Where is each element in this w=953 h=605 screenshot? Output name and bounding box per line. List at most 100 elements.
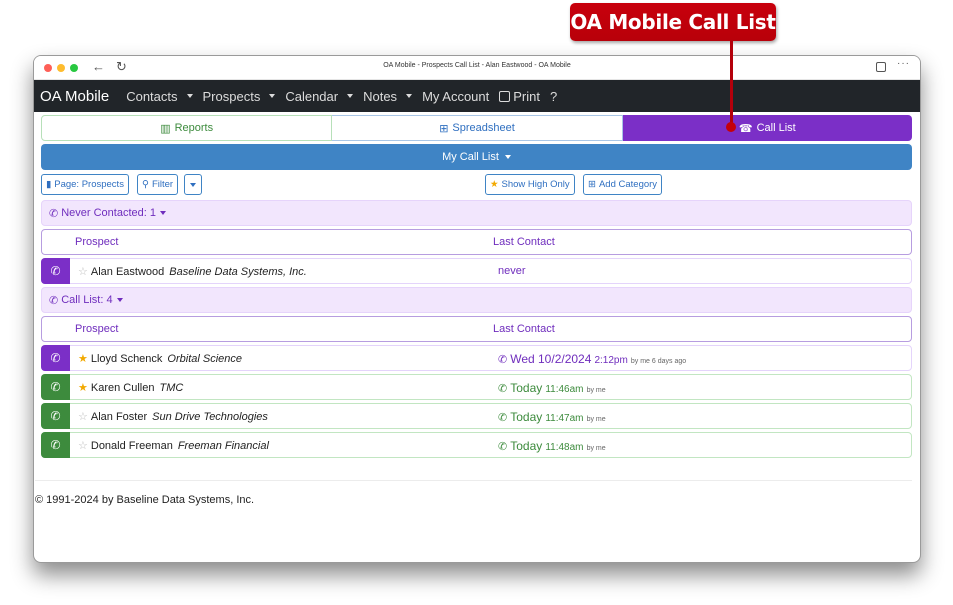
last-contact-by: by me — [586, 445, 606, 452]
phone-icon: ✆ — [50, 264, 61, 278]
table-row[interactable]: ✆ ☆ Alan Foster Sun Drive Technologies ✆ To… — [41, 403, 912, 429]
filter-dropdown-button[interactable] — [184, 174, 202, 195]
printer-icon — [499, 90, 511, 102]
page-prospects-button[interactable]: ▮ Page: Prospects — [41, 174, 129, 195]
call-list-selector[interactable]: My Call List — [41, 144, 912, 170]
phone-icon: ✆ — [49, 207, 59, 220]
call-button[interactable]: ✆ — [41, 374, 70, 400]
table-row[interactable]: ✆ ☆ Donald Freeman Freeman Financial ✆ Toda… — [41, 432, 912, 458]
nav-contacts-label: Contacts — [126, 88, 178, 104]
star-icon: ★ — [490, 179, 499, 190]
column-headers: Prospect Last Contact — [41, 229, 912, 255]
callout-pointer-dot — [726, 122, 736, 132]
group-header-call-list[interactable]: ✆ Call List: 4 — [41, 287, 912, 313]
call-button[interactable]: ✆ — [41, 345, 70, 371]
star-empty-icon[interactable]: ☆ — [78, 440, 88, 452]
call-list-selector-label: My Call List — [442, 151, 499, 163]
last-contact-time: 11:46am — [545, 384, 584, 395]
prospect-company: Orbital Science — [167, 353, 243, 365]
prospect-name[interactable]: Donald Freeman — [91, 440, 173, 452]
brand-logo[interactable]: OA Mobile — [40, 88, 109, 105]
group-header-label: Call List: 4 — [61, 294, 113, 306]
caret-down-icon — [186, 94, 193, 98]
star-filled-icon[interactable]: ★ — [78, 382, 88, 394]
prospect-name[interactable]: Alan Eastwood — [91, 266, 164, 278]
nav-print-label: Print — [513, 88, 540, 104]
last-contact-date: Today — [510, 381, 543, 395]
filter-button[interactable]: ⚲ Filter — [137, 174, 179, 195]
last-contact-date: Today — [510, 439, 543, 453]
last-contact-by: by me 6 days ago — [630, 358, 687, 365]
caret-down-icon — [116, 298, 123, 302]
add-category-label: Add Category — [598, 179, 658, 190]
prospect-company: Baseline Data Systems, Inc. — [169, 266, 307, 278]
last-contact-date: Wed 10/2/2024 — [510, 352, 592, 366]
prospect-name[interactable]: Karen Cullen — [91, 382, 155, 394]
nav-notes[interactable]: Notes — [363, 89, 413, 104]
browser-window: ← ↻ OA Mobile - Prospects Call List - Al… — [33, 55, 921, 563]
nav-prospects[interactable]: Prospects — [203, 89, 276, 104]
column-header-prospect[interactable]: Prospect — [75, 323, 118, 335]
prospect-name[interactable]: Lloyd Schenck — [91, 353, 163, 365]
caret-down-icon — [406, 94, 413, 98]
phone-icon: ✆ — [498, 354, 508, 366]
nav-print[interactable]: Print — [499, 89, 540, 104]
last-contact: ✆ Today 11:47am by me — [498, 410, 606, 424]
table-row[interactable]: ✆ ★ Karen Cullen TMC ✆ Today 11:46am by me — [41, 374, 912, 400]
telephone-icon: ☎ — [738, 122, 753, 135]
document-icon: ▮ — [46, 179, 52, 190]
prospect-company: Sun Drive Technologies — [152, 411, 268, 423]
nav-prospects-label: Prospects — [202, 88, 261, 104]
caret-down-icon — [190, 182, 196, 187]
last-contact: never — [498, 265, 526, 277]
footer-divider — [35, 480, 912, 481]
column-headers: Prospect Last Contact — [41, 316, 912, 342]
last-contact: ✆ Today 11:48am by me — [498, 439, 606, 453]
title-bar: ← ↻ OA Mobile - Prospects Call List - Al… — [34, 56, 920, 80]
bar-chart-icon: ▥ — [160, 122, 171, 135]
tab-call-list[interactable]: ☎ Call List — [622, 115, 912, 141]
column-header-last-contact[interactable]: Last Contact — [493, 323, 555, 335]
filter-label: Filter — [151, 179, 174, 190]
prospect-name[interactable]: Alan Foster — [91, 411, 147, 423]
caret-down-icon — [504, 155, 511, 159]
caret-down-icon — [160, 211, 166, 215]
last-contact-date: Today — [510, 410, 543, 424]
call-button[interactable]: ✆ — [41, 258, 70, 284]
prospect-company: Freeman Financial — [177, 440, 269, 452]
caret-down-icon — [269, 94, 276, 98]
column-header-last-contact[interactable]: Last Contact — [493, 236, 555, 248]
phone-icon: ✆ — [498, 441, 508, 453]
table-icon: ⊞ — [439, 122, 449, 135]
show-high-only-button[interactable]: ★ Show High Only — [485, 174, 575, 195]
phone-icon: ✆ — [50, 409, 61, 423]
group-header-never-contacted[interactable]: ✆ Never Contacted: 1 — [41, 200, 912, 226]
table-row[interactable]: ✆ ★ Lloyd Schenck Orbital Science ✆ Wed 10/… — [41, 345, 912, 371]
last-contact-by: by me — [586, 387, 606, 394]
star-filled-icon[interactable]: ★ — [78, 353, 88, 365]
call-button[interactable]: ✆ — [41, 403, 70, 429]
column-header-prospect[interactable]: Prospect — [75, 236, 118, 248]
star-empty-icon[interactable]: ☆ — [78, 411, 88, 423]
phone-icon: ✆ — [498, 383, 508, 395]
cast-icon[interactable] — [876, 62, 886, 72]
toolbar: ▮ Page: Prospects ⚲ Filter ★ Show High O… — [41, 174, 912, 196]
nav-my-account[interactable]: My Account — [422, 89, 489, 104]
phone-icon: ✆ — [50, 438, 61, 452]
last-contact-time: 2:12pm — [594, 355, 628, 366]
more-options-icon[interactable]: ··· — [897, 58, 910, 69]
caret-down-icon — [347, 94, 354, 98]
page-prospects-label: Page: Prospects — [54, 179, 124, 190]
table-row[interactable]: ✆ ☆ Alan Eastwood Baseline Data Systems, I… — [41, 258, 912, 284]
tab-spreadsheet[interactable]: ⊞ Spreadsheet — [332, 115, 623, 141]
search-icon: ⚲ — [142, 179, 149, 190]
add-category-button[interactable]: ⊞ Add Category — [583, 174, 663, 195]
tab-reports[interactable]: ▥ Reports — [41, 115, 333, 141]
nav-contacts[interactable]: Contacts — [126, 88, 193, 104]
nav-help[interactable]: ? — [550, 89, 557, 104]
call-button[interactable]: ✆ — [41, 432, 70, 458]
prospect-company: TMC — [159, 382, 184, 394]
main-content: ▥ Reports ⊞ Spreadsheet ☎ Call List My C… — [34, 112, 920, 506]
star-empty-icon[interactable]: ☆ — [78, 266, 88, 278]
nav-calendar[interactable]: Calendar — [285, 89, 354, 104]
